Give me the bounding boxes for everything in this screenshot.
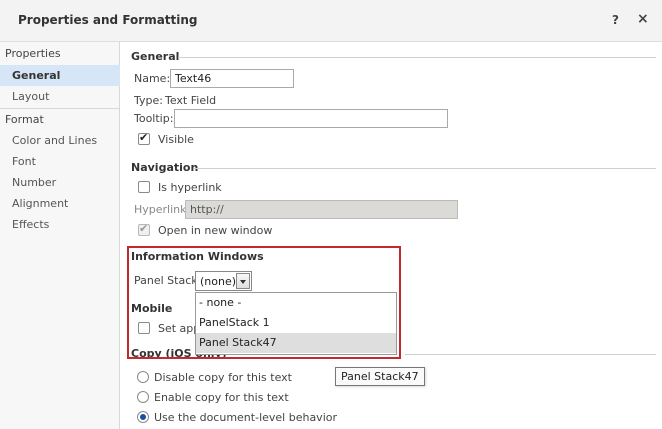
dropdown-option-none[interactable]: - none - [196,293,396,313]
sidebar-item-general[interactable]: General [0,65,120,86]
section-general-divider [178,57,656,58]
name-label: Name: [134,72,171,85]
sidebar: Properties General Layout Format Color a… [0,42,120,429]
name-input[interactable] [170,69,294,88]
sidebar-section-format[interactable]: Format [0,108,120,130]
panel-stack-label: Panel Stack: [134,274,202,287]
sidebar-item-alignment[interactable]: Alignment [0,193,120,214]
sidebar-section-properties[interactable]: Properties [0,43,120,65]
open-new-window-label: Open in new window [158,224,273,237]
help-button[interactable]: ? [612,13,619,27]
type-label: Type: [134,94,163,107]
copy-enable-radio[interactable] [137,391,149,403]
copy-document-radio[interactable] [137,411,149,423]
hyperlink-label: Hyperlink: [134,203,191,216]
is-hyperlink-checkbox[interactable] [138,181,150,193]
copy-enable-label: Enable copy for this text [154,391,289,404]
is-hyperlink-label: Is hyperlink [158,181,222,194]
set-app-checkbox[interactable] [138,322,150,334]
content-panel: General Name: Type: Text Field Tooltip: … [120,42,662,429]
sidebar-item-font[interactable]: Font [0,151,120,172]
sidebar-item-number[interactable]: Number [0,172,120,193]
set-app-label: Set app [158,322,201,335]
option-tooltip: Panel Stack47 [335,367,425,386]
copy-disable-label: Disable copy for this text [154,371,292,384]
panel-stack-selected-value: (none) [200,274,237,288]
type-value: Text Field [165,94,217,107]
copy-document-label: Use the document-level behavior [154,411,337,424]
dialog-title: Properties and Formatting [18,13,198,27]
section-navigation-divider [194,168,656,169]
sidebar-item-layout[interactable]: Layout [0,86,120,107]
copy-disable-radio[interactable] [137,371,149,383]
section-navigation-title: Navigation [131,161,199,174]
chevron-down-icon[interactable] [236,273,250,289]
close-button[interactable]: × [637,11,649,27]
hyperlink-input[interactable] [185,200,458,219]
open-new-window-checkbox[interactable] [138,222,150,236]
visible-checkbox[interactable] [138,131,150,145]
dropdown-option-panelstack-1[interactable]: PanelStack 1 [196,313,396,333]
section-info-windows-title: Information Windows [131,250,264,263]
section-mobile-title: Mobile [131,302,173,315]
dropdown-option-panel-stack47[interactable]: Panel Stack47 [196,333,396,353]
tooltip-label: Tooltip: [134,112,174,125]
sidebar-item-color-and-lines[interactable]: Color and Lines [0,130,120,151]
section-copy-divider [405,354,656,355]
panel-stack-dropdown-list: - none - PanelStack 1 Panel Stack47 [195,292,397,355]
sidebar-item-effects[interactable]: Effects [0,214,120,235]
panel-stack-select[interactable]: (none) [195,271,252,291]
tooltip-input[interactable] [174,109,448,128]
dialog-titlebar: Properties and Formatting ? × [0,0,662,42]
section-general-title: General [131,50,180,63]
visible-label: Visible [158,133,194,146]
